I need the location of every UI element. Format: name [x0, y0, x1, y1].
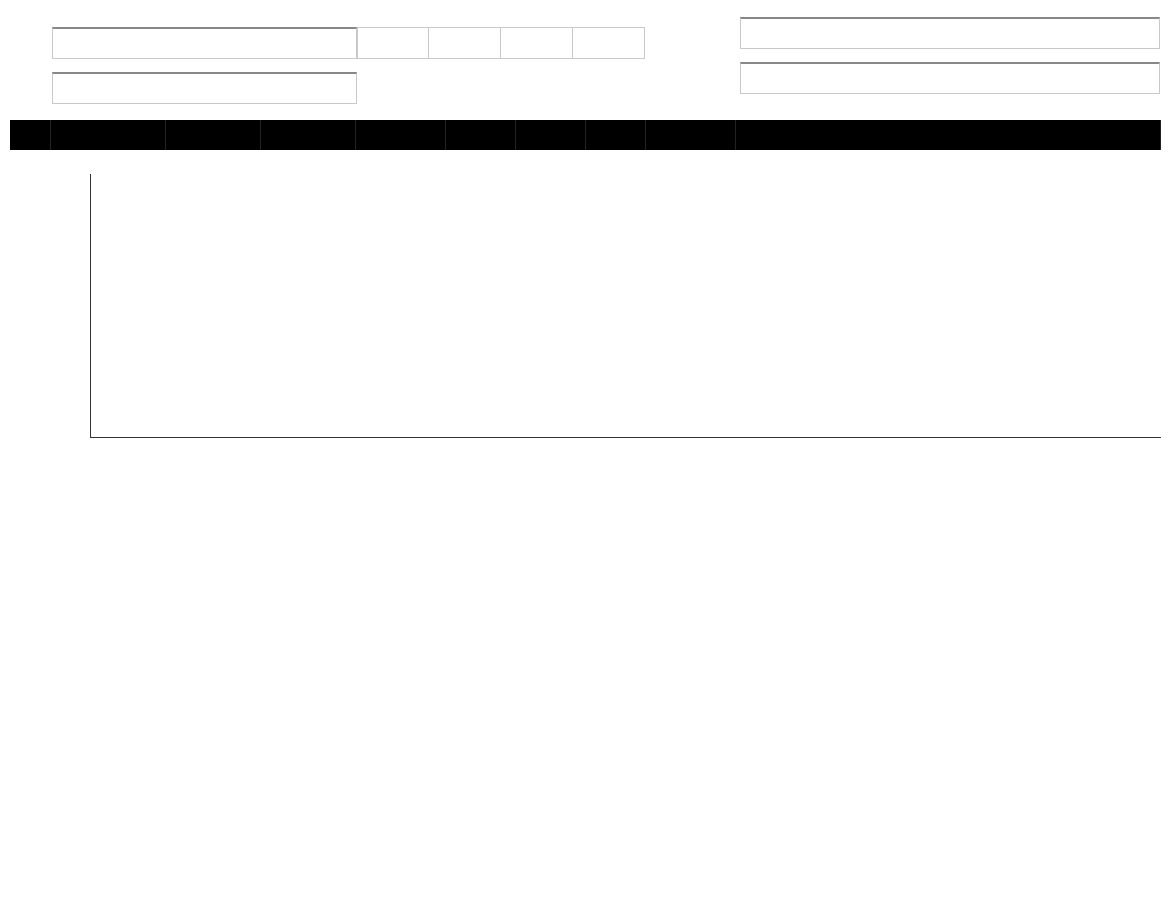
gantt-body — [90, 174, 1161, 438]
col-at-risk — [10, 120, 50, 150]
scope-statement-field[interactable] — [740, 62, 1160, 94]
col-days — [585, 120, 645, 150]
start-date-value — [429, 27, 501, 59]
project-manager-field[interactable] — [52, 72, 357, 104]
col-status — [645, 120, 735, 150]
project-deliverable-field[interactable] — [740, 17, 1160, 49]
task-table-header — [10, 120, 1161, 150]
end-date-value — [501, 27, 573, 59]
total-days-label — [573, 14, 645, 27]
overall-progress-label — [357, 14, 429, 27]
end-date-label — [501, 14, 573, 27]
task-table — [10, 120, 1161, 150]
col-finish — [515, 120, 585, 150]
col-feature-type — [165, 120, 260, 150]
col-story-points-2 — [735, 120, 1161, 150]
col-responsible — [260, 120, 355, 150]
col-start — [445, 120, 515, 150]
gantt-chart — [10, 172, 1161, 438]
project-name-field[interactable] — [52, 27, 357, 59]
col-story-points — [355, 120, 445, 150]
header-panel — [10, 14, 1161, 104]
overall-progress-value — [357, 27, 429, 59]
col-task-name — [50, 120, 165, 150]
total-days-value — [573, 27, 645, 59]
start-date-label — [429, 14, 501, 27]
